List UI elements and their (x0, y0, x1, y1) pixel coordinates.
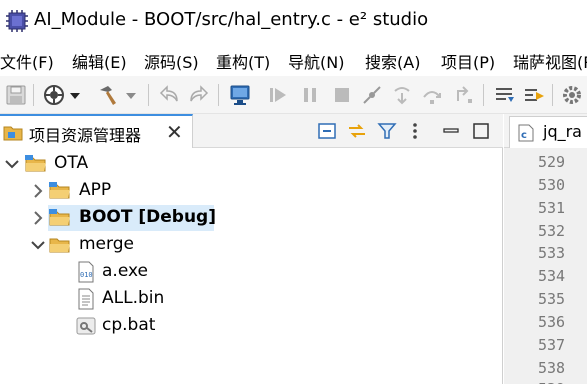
tree-item-label: merge (79, 234, 134, 254)
line-number: 535 (538, 290, 566, 308)
dropdown-arrow-icon[interactable] (68, 83, 82, 107)
tree-item-label: cp.bat (102, 315, 156, 335)
menu-renesas-views[interactable]: 瑞萨视图(R) (513, 49, 587, 73)
explorer-tab-label: 项目资源管理器 (29, 126, 142, 145)
step-return-icon[interactable] (452, 83, 476, 107)
chevron-down-icon[interactable] (4, 154, 20, 174)
menu-bar: 文件(F) 编辑(E) 源码(S) 重构(T) 导航(N) 搜索(A) 项目(P… (0, 44, 587, 74)
back-icon[interactable] (158, 83, 182, 107)
line-number: 539 (538, 380, 565, 384)
title-bar: AI_Module - BOOT/src/hal_entry.c - e² st… (0, 0, 587, 42)
line-number: 533 (538, 244, 566, 262)
line-number: 534 (538, 267, 566, 285)
maximize-icon[interactable] (470, 120, 492, 142)
line-number: 530 (538, 176, 566, 194)
close-icon[interactable]: ✕ (166, 120, 183, 144)
line-number: 532 (538, 222, 566, 240)
hammer-build-icon[interactable] (96, 83, 120, 107)
build-config-icon[interactable] (42, 83, 66, 107)
project-explorer-icon (3, 126, 23, 141)
project-tree: OTA APP BOOT [Debug] merge 010 a.exe ALL… (0, 148, 503, 384)
folder-icon (49, 238, 70, 253)
terminate-icon[interactable] (330, 83, 354, 107)
tree-item-label: a.exe (102, 261, 148, 281)
gear-icon[interactable] (560, 83, 584, 107)
tree-item-label: OTA (54, 153, 89, 173)
tab-project-explorer[interactable]: 项目资源管理器 ✕ (0, 114, 193, 148)
tree-item-ota[interactable]: OTA (0, 151, 200, 177)
chevron-right-icon[interactable] (30, 208, 46, 228)
menu-source[interactable]: 源码(S) (144, 49, 199, 73)
menu-navigate[interactable]: 导航(N) (288, 49, 344, 73)
tree-item-label: BOOT [Debug] (79, 207, 216, 227)
tree-item-a-exe[interactable]: 010 a.exe (0, 259, 200, 285)
collapse-all-icon[interactable] (316, 120, 338, 142)
suspend-icon[interactable] (298, 83, 322, 107)
resume-icon[interactable] (266, 83, 290, 107)
chevron-right-icon[interactable] (30, 181, 46, 201)
svg-text:c: c (521, 130, 527, 141)
tree-item-cp-bat[interactable]: cp.bat (0, 313, 200, 339)
menu-refactor[interactable]: 重构(T) (216, 49, 270, 73)
project-folder-icon (49, 209, 70, 226)
view-menu-icon[interactable] (408, 120, 422, 142)
menu-edit[interactable]: 编辑(E) (72, 49, 127, 73)
tree-item-all-bin[interactable]: ALL.bin (0, 286, 200, 312)
line-number-gutter: 529 530 531 532 533 534 535 536 537 538 … (504, 148, 587, 384)
menu-project[interactable]: 项目(P) (441, 49, 495, 73)
menu-file[interactable]: 文件(F) (0, 49, 54, 73)
forward-icon[interactable] (186, 83, 210, 107)
svg-text:010: 010 (80, 271, 93, 279)
minimize-icon[interactable] (440, 120, 462, 142)
line-number: 531 (538, 199, 566, 217)
editor-tab-bar: c jq_ra (504, 114, 587, 148)
dropdown-arrow-icon[interactable] (124, 83, 138, 107)
debug-arrows-icon[interactable] (522, 83, 546, 107)
tree-item-merge[interactable]: merge (0, 232, 200, 258)
binary-file-icon: 010 (78, 261, 94, 283)
window-title: AI_Module - BOOT/src/hal_entry.c - e² st… (34, 9, 429, 30)
code-editor: c jq_ra 529 530 531 532 533 534 535 536 … (504, 114, 587, 384)
step-into-icon[interactable] (390, 83, 414, 107)
filter-funnel-icon[interactable] (376, 120, 398, 142)
tab-jq-ra[interactable]: c jq_ra (509, 116, 587, 148)
explorer-tab-bar: 项目资源管理器 ✕ (0, 114, 503, 148)
menu-search[interactable]: 搜索(A) (365, 49, 420, 73)
chevron-down-icon[interactable] (30, 235, 46, 255)
project-folder-icon (49, 182, 70, 199)
tree-item-boot[interactable]: BOOT [Debug] (0, 205, 216, 231)
editor-tab-label: jq_ra (543, 122, 582, 141)
save-icon[interactable] (4, 83, 28, 107)
tree-item-app[interactable]: APP (0, 178, 200, 204)
batch-file-icon (76, 317, 96, 335)
main-toolbar (0, 76, 587, 114)
project-explorer-panel: 项目资源管理器 ✕ OTA APP BOOT [Debug] merge 010… (0, 114, 503, 384)
disconnect-icon[interactable] (360, 83, 384, 107)
line-number: 538 (538, 359, 566, 377)
step-over-icon[interactable] (420, 83, 444, 107)
link-with-editor-icon[interactable] (346, 120, 368, 142)
line-number: 529 (538, 153, 566, 171)
line-number: 537 (538, 336, 566, 354)
monitor-icon[interactable] (228, 83, 252, 107)
e2-studio-logo-icon (6, 10, 28, 32)
filter-icon[interactable] (492, 83, 516, 107)
tree-item-label: APP (79, 180, 112, 200)
text-file-icon (78, 288, 94, 310)
c-file-icon: c (518, 124, 534, 142)
project-folder-icon (25, 155, 46, 172)
tree-item-label: ALL.bin (102, 288, 165, 308)
line-number: 536 (538, 313, 566, 331)
